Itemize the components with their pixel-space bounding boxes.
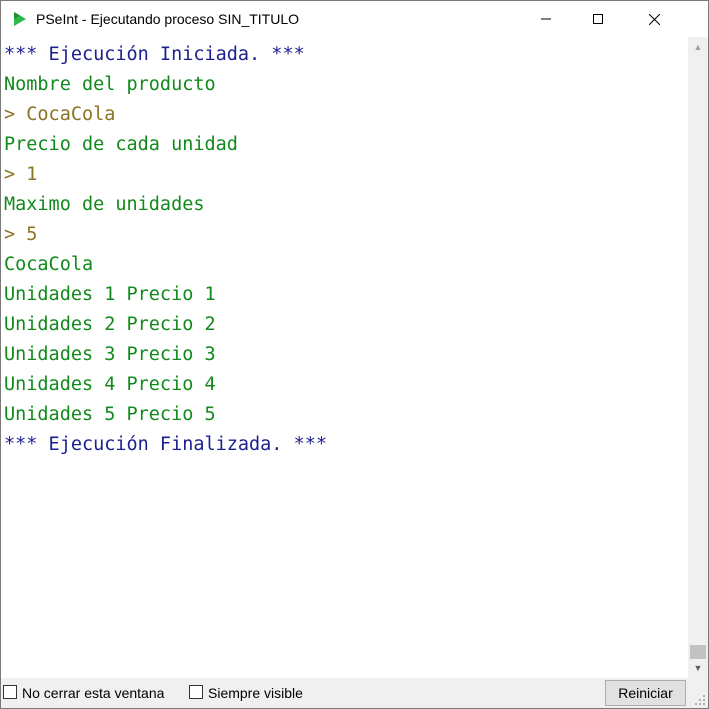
restart-button[interactable]: Reiniciar bbox=[605, 680, 686, 706]
console-line: Nombre del producto bbox=[4, 74, 216, 95]
console-line: *** Ejecución Iniciada. *** bbox=[4, 44, 305, 65]
console-line: CocaCola bbox=[4, 254, 94, 275]
console-line: Unidades 4 Precio 4 bbox=[4, 374, 216, 395]
maximize-button[interactable] bbox=[575, 1, 621, 37]
console-line: Unidades 3 Precio 3 bbox=[4, 344, 216, 365]
console-line: Precio de cada unidad bbox=[4, 134, 238, 155]
scroll-down-arrow-icon[interactable]: ▼ bbox=[688, 658, 708, 678]
title-bar[interactable]: PSeInt - Ejecutando proceso SIN_TITULO bbox=[1, 1, 708, 37]
pseint-run-window: PSeInt - Ejecutando proceso SIN_TITULO *… bbox=[0, 0, 709, 709]
maximize-icon bbox=[593, 14, 603, 24]
minimize-button[interactable] bbox=[523, 1, 569, 37]
minimize-icon bbox=[541, 18, 551, 20]
no-close-label[interactable]: No cerrar esta ventana bbox=[22, 685, 164, 701]
console-line: Unidades 1 Precio 1 bbox=[4, 284, 216, 305]
console-line: > CocaCola bbox=[4, 104, 116, 125]
close-icon bbox=[648, 13, 660, 25]
console-line: > 5 bbox=[4, 224, 38, 245]
close-button[interactable] bbox=[631, 1, 677, 37]
always-visible-checkbox[interactable] bbox=[189, 685, 203, 699]
console-line: Maximo de unidades bbox=[4, 194, 205, 215]
scroll-up-arrow-icon[interactable]: ▲ bbox=[688, 37, 708, 57]
always-visible-label[interactable]: Siempre visible bbox=[208, 685, 303, 701]
console-line: Unidades 5 Precio 5 bbox=[4, 404, 216, 425]
console-line: Unidades 2 Precio 2 bbox=[4, 314, 216, 335]
vertical-scrollbar[interactable]: ▲ ▼ bbox=[688, 37, 708, 678]
console-line: *** Ejecución Finalizada. *** bbox=[4, 434, 328, 455]
scroll-thumb[interactable] bbox=[690, 645, 706, 659]
no-close-checkbox[interactable] bbox=[3, 685, 17, 699]
window-title: PSeInt - Ejecutando proceso SIN_TITULO bbox=[36, 11, 300, 27]
bottom-bar: No cerrar esta ventana Siempre visible R… bbox=[1, 678, 708, 708]
console-line: > 1 bbox=[4, 164, 38, 185]
pseint-app-icon bbox=[14, 12, 26, 26]
resize-grip-icon[interactable] bbox=[694, 694, 706, 706]
console-output[interactable]: *** Ejecución Iniciada. *** Nombre del pr… bbox=[1, 37, 688, 678]
